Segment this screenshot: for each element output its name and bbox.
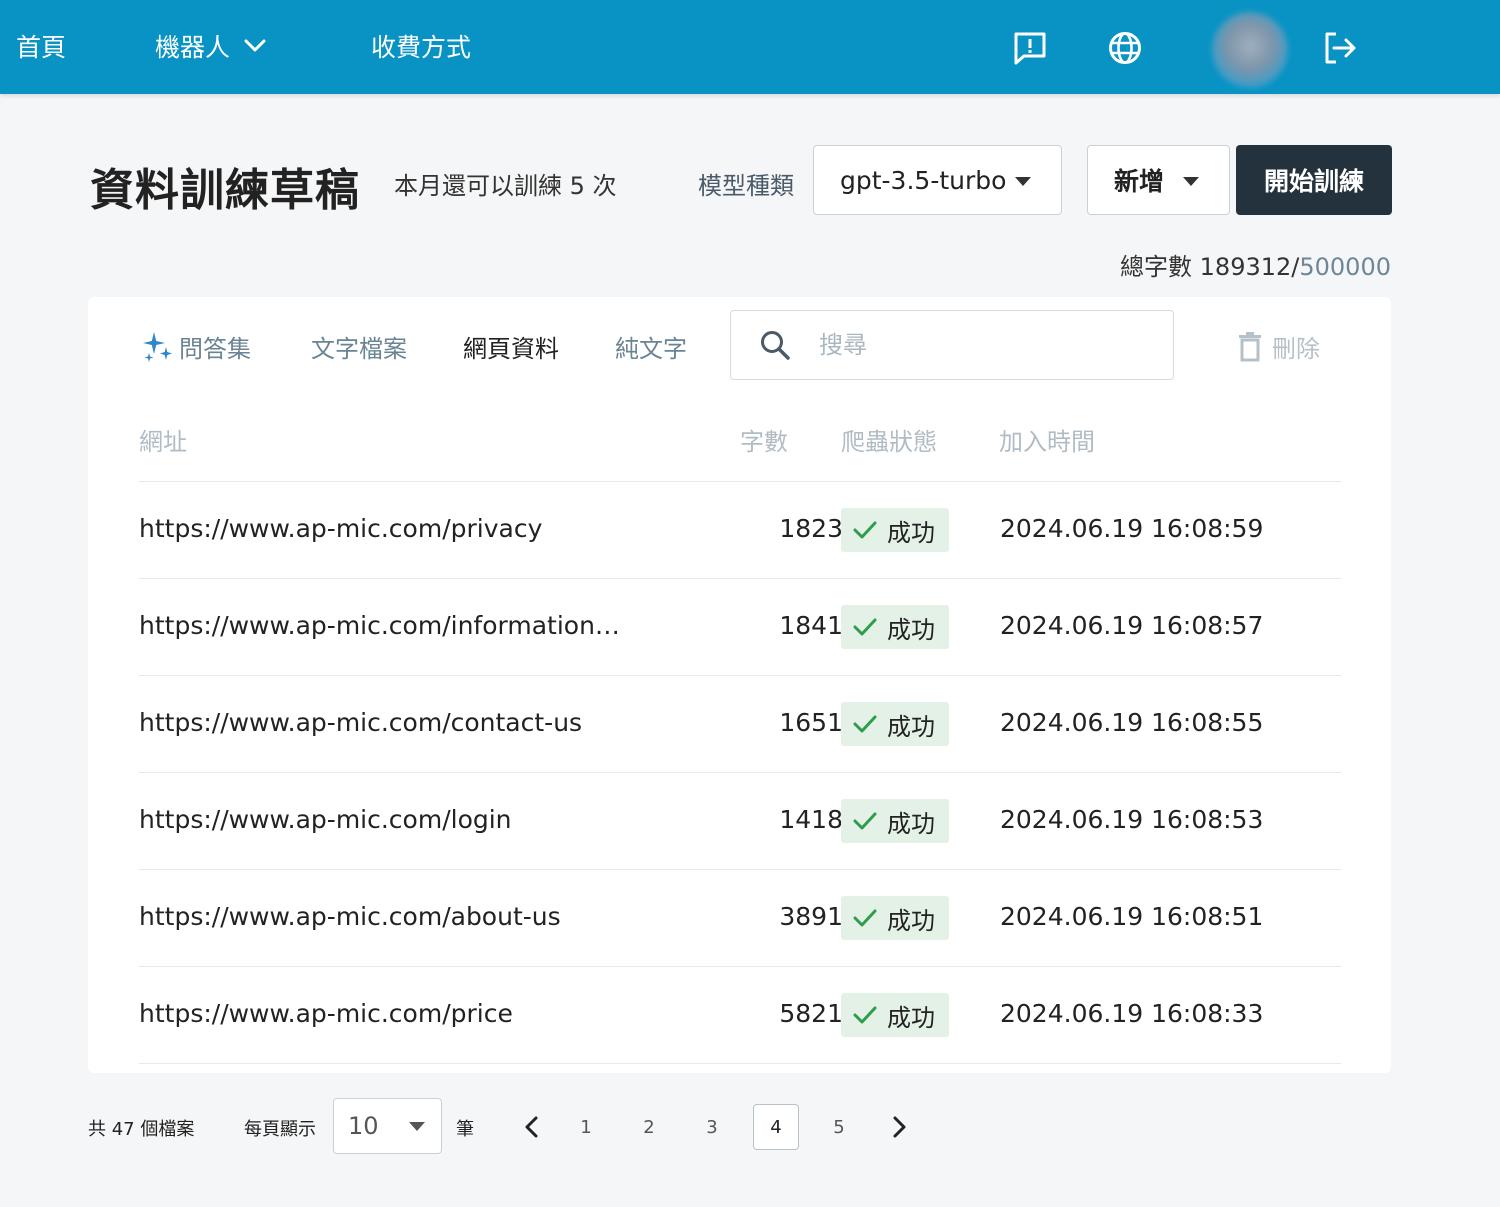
delete-label: 刪除 [1272, 335, 1320, 363]
cell-url[interactable]: https://www.ap-mic.com/login [139, 805, 659, 834]
cell-url[interactable]: https://www.ap-mic.com/information… [139, 611, 659, 640]
nav-home[interactable]: 首頁 [16, 28, 66, 64]
total-files-count: 共 47 個檔案 [88, 1119, 195, 1140]
tab-text-file[interactable]: 文字檔案 [311, 329, 407, 364]
user-avatar[interactable] [1212, 12, 1288, 88]
search-input[interactable] [819, 327, 1159, 363]
page-button-4[interactable]: 4 [753, 1104, 799, 1150]
cell-url[interactable]: https://www.ap-mic.com/contact-us [139, 708, 659, 737]
table-row[interactable]: https://www.ap-mic.com/information… 1841 成… [139, 579, 1341, 675]
page-button-2[interactable]: 2 [626, 1104, 672, 1150]
check-icon [853, 812, 877, 830]
chevron-right-icon[interactable] [884, 1112, 914, 1142]
status-label: 成功 [887, 809, 935, 838]
cell-word-count: 1841 [779, 611, 843, 640]
delete-button[interactable]: 刪除 [1238, 329, 1320, 364]
add-dropdown-button[interactable]: 新增 [1087, 145, 1230, 215]
top-nav-bar: 首頁 機器人 收費方式 [0, 0, 1500, 94]
model-type-select[interactable]: gpt-3.5-turbo [813, 145, 1062, 215]
per-page-label: 每頁顯示 [244, 1119, 316, 1140]
status-badge: 成功 [841, 605, 949, 649]
word-count-used: 總字數 189312/ [1120, 253, 1300, 281]
table-row[interactable]: https://www.ap-mic.com/price 5821 成功 2024.0… [139, 967, 1341, 1063]
check-icon [853, 715, 877, 733]
cell-added-time: 2024.06.19 16:08:59 [1000, 514, 1264, 543]
check-icon [853, 618, 877, 636]
cell-word-count: 1651 [779, 708, 843, 737]
column-header-url: 網址 [139, 428, 187, 456]
cell-added-time: 2024.06.19 16:08:33 [1000, 999, 1264, 1028]
word-count-total: 總字數 189312/500000 [1120, 247, 1391, 282]
tab-plain-text[interactable]: 純文字 [615, 329, 687, 364]
caret-down-icon [409, 1122, 425, 1131]
chevron-left-icon[interactable] [517, 1112, 547, 1142]
page-button-1[interactable]: 1 [563, 1104, 609, 1150]
caret-down-icon [1015, 177, 1031, 186]
cell-word-count: 5821 [779, 999, 843, 1028]
page-title: 資料訓練草稿 [90, 165, 360, 216]
cell-added-time: 2024.06.19 16:08:53 [1000, 805, 1264, 834]
column-header-count: 字數 [740, 428, 788, 456]
check-icon [853, 909, 877, 927]
cell-word-count: 3891 [779, 902, 843, 931]
nav-payment[interactable]: 收費方式 [371, 28, 471, 64]
logout-icon[interactable] [1322, 30, 1358, 66]
cell-url[interactable]: https://www.ap-mic.com/about-us [139, 902, 659, 931]
column-header-status: 爬蟲狀態 [841, 428, 937, 456]
per-page-select[interactable]: 10 [333, 1098, 442, 1154]
start-training-button[interactable]: 開始訓練 [1236, 145, 1392, 215]
status-badge: 成功 [841, 702, 949, 746]
caret-down-icon [1183, 177, 1199, 186]
word-count-limit: 500000 [1299, 253, 1391, 281]
status-badge: 成功 [841, 896, 949, 940]
table-row[interactable]: https://www.ap-mic.com/login 1418 成功 2024.0… [139, 773, 1341, 869]
status-label: 成功 [887, 1003, 935, 1032]
status-badge: 成功 [841, 799, 949, 843]
nav-robot-label: 機器人 [155, 33, 231, 62]
nav-robot-menu[interactable]: 機器人 [155, 28, 266, 64]
status-badge: 成功 [841, 508, 949, 552]
tab-web-data[interactable]: 網頁資料 [463, 329, 559, 364]
status-label: 成功 [887, 615, 935, 644]
per-page-value: 10 [348, 1112, 379, 1140]
table-row[interactable]: https://www.ap-mic.com/contact-us 1651 成功 2… [139, 676, 1341, 772]
table-row[interactable]: https://www.ap-mic.com/privacy 1823 成功 2024… [139, 482, 1341, 578]
column-header-time: 加入時間 [999, 428, 1095, 456]
check-icon [853, 1006, 877, 1024]
cell-added-time: 2024.06.19 16:08:57 [1000, 611, 1264, 640]
status-label: 成功 [887, 906, 935, 935]
cell-added-time: 2024.06.19 16:08:51 [1000, 902, 1264, 931]
globe-icon[interactable] [1107, 30, 1143, 66]
row-divider [139, 1063, 1341, 1064]
search-icon [761, 331, 790, 360]
feedback-icon[interactable] [1012, 30, 1048, 66]
status-label: 成功 [887, 712, 935, 741]
table-row[interactable]: https://www.ap-mic.com/about-us 3891 成功 202… [139, 870, 1341, 966]
page-button-3[interactable]: 3 [689, 1104, 735, 1150]
check-icon [853, 521, 877, 539]
cell-url[interactable]: https://www.ap-mic.com/privacy [139, 514, 659, 543]
model-type-value: gpt-3.5-turbo [840, 165, 1007, 195]
add-button-label: 新增 [1114, 167, 1165, 196]
page-button-5[interactable]: 5 [816, 1104, 862, 1150]
status-label: 成功 [887, 518, 935, 547]
cell-added-time: 2024.06.19 16:08:55 [1000, 708, 1264, 737]
tab-qa-label: 問答集 [179, 335, 251, 363]
search-box[interactable] [730, 310, 1174, 380]
chevron-down-icon [244, 39, 266, 52]
model-type-label: 模型種類 [698, 172, 794, 200]
cell-word-count: 1823 [779, 514, 843, 543]
per-page-unit: 筆 [456, 1119, 474, 1140]
data-card: 問答集 文字檔案 網頁資料 純文字 刪除 網址 字數 爬蟲狀態 加入時間 htt… [88, 297, 1391, 1073]
trash-icon [1239, 331, 1261, 361]
sparkle-icon [143, 331, 172, 362]
cell-word-count: 1418 [779, 805, 843, 834]
cell-url[interactable]: https://www.ap-mic.com/price [139, 999, 659, 1028]
tab-qa[interactable]: 問答集 [143, 329, 251, 364]
status-badge: 成功 [841, 993, 949, 1037]
train-remaining-text: 本月還可以訓練 5 次 [394, 172, 617, 200]
